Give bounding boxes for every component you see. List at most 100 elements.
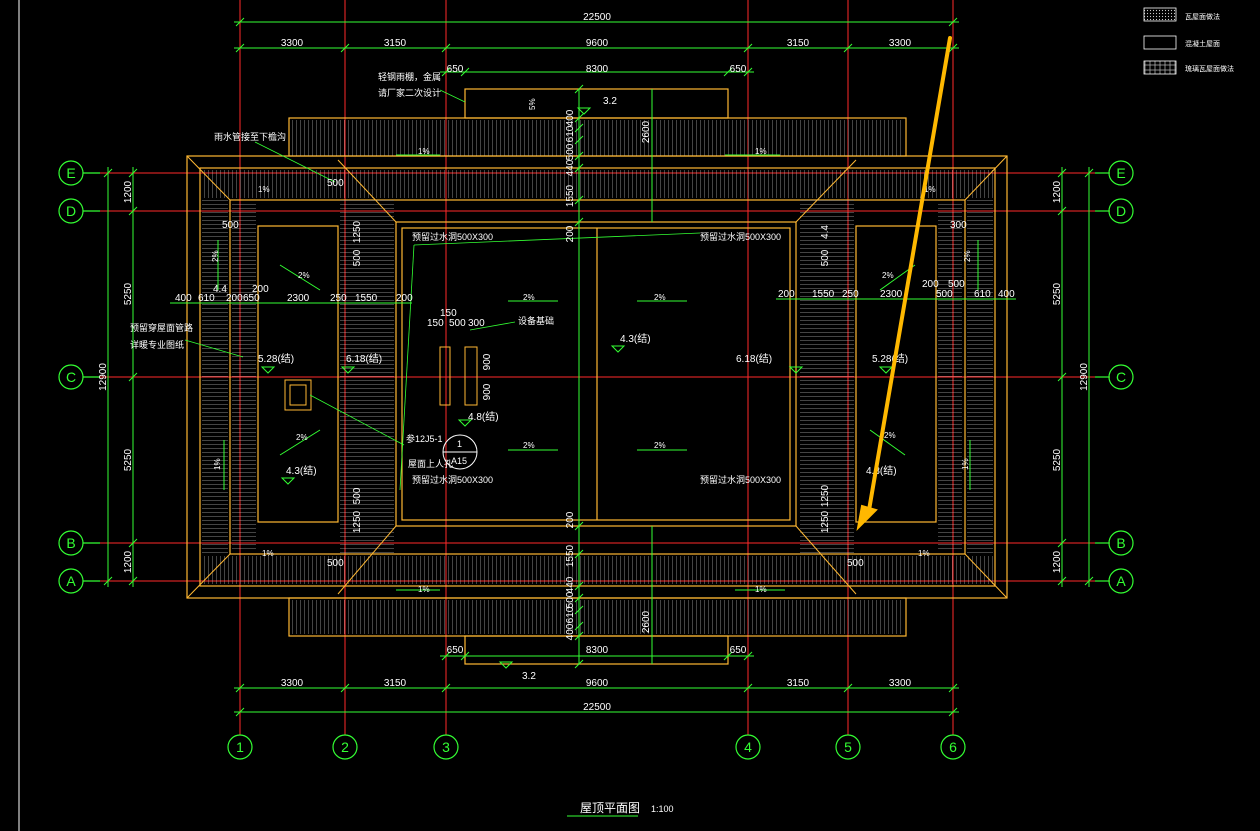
dim-rd-6: 500: [936, 289, 953, 300]
dim-bottom-lower-2: 8300: [586, 645, 609, 656]
dim-left-span-3: 5250: [123, 448, 134, 471]
elev-48: 4.8(结): [468, 410, 499, 423]
dim-top-upper-3: 650: [730, 64, 747, 75]
dim-rd-7: 610: [974, 289, 991, 300]
slope-3: 1%: [418, 585, 430, 594]
slope-10: 2%: [654, 293, 666, 302]
axis-label-C-left: C: [66, 369, 76, 385]
dim-bottom-total: 22500: [583, 702, 611, 713]
roof-plan-drawing: 1 2 3 4 5 6 E D C B A E D C B A 22500 33…: [18, 0, 1234, 831]
dim-left-total: 12900: [98, 363, 109, 391]
slope-4: 1%: [755, 585, 767, 594]
dim-left-span-2: 5250: [123, 282, 134, 305]
dim-rd-1: 200: [778, 289, 795, 300]
dim-ld-8: 200: [396, 293, 413, 304]
slope-20: 1%: [961, 458, 970, 470]
slope-21: 5%: [528, 98, 537, 110]
dim-1250-lb: 1250: [352, 510, 363, 533]
dim-top-span-2: 3150: [384, 38, 407, 49]
dim-vtop-3: 500: [565, 143, 576, 160]
axis-label-1: 1: [236, 739, 244, 755]
label-overflow-1: 预留过水洞500X300: [412, 231, 493, 242]
drawing-title: 屋顶平面图: [580, 801, 640, 815]
elev-32-top: 3.2: [603, 96, 617, 107]
label-equipment-base: 设备基础: [518, 315, 554, 326]
dim-left-span-4: 1200: [123, 550, 134, 573]
dim-2600-top: 2600: [641, 120, 652, 143]
hatch-band-top: [202, 170, 993, 198]
dim-300-g: 300: [468, 318, 485, 329]
dim-500-d: 300: [950, 220, 967, 231]
elev-528-left: 5.28(结): [258, 352, 294, 365]
slope-18: 2%: [963, 250, 972, 262]
note-downpipe: 雨水管接至下檐沟: [214, 131, 286, 142]
dim-vbot-6: 400: [565, 623, 576, 640]
arrow-shaft: [866, 36, 952, 518]
dim-ld-6: 250: [330, 293, 347, 304]
dim-1250-lt: 1250: [352, 220, 363, 243]
dim-bottom-span-2: 3150: [384, 678, 407, 689]
hatch-right-inner: [938, 202, 962, 552]
arrow-head: [856, 504, 878, 531]
elev-43-left: 4.3(结): [286, 464, 317, 477]
dim-bottom-lower-3: 650: [730, 645, 747, 656]
axis-label-6: 6: [949, 739, 957, 755]
dim-top-span-5: 3300: [889, 38, 912, 49]
slope-17: 2%: [211, 250, 220, 262]
legend-label-2: 混凝土屋面: [1185, 39, 1220, 48]
dim-500-f: 500: [847, 558, 864, 569]
dim-vbot-5: 610: [565, 606, 576, 623]
slope-11: 2%: [523, 441, 535, 450]
label-detail-sheet: A15: [451, 456, 467, 466]
dim-top-span-4: 3150: [787, 38, 810, 49]
note-canopy-2: 请厂家二次设计: [378, 87, 441, 98]
dim-top-span-3: 9600: [586, 38, 609, 49]
dim-bottom-span-1: 3300: [281, 678, 304, 689]
elev-43-right: 4.3(结): [866, 464, 897, 477]
dim-500-lt: 500: [352, 249, 363, 266]
axis-label-E-left: E: [66, 165, 75, 181]
slope-16: 2%: [884, 431, 896, 440]
dim-200-left: 200: [252, 284, 269, 295]
dim-2600-bottom: 2600: [641, 610, 652, 633]
dim-900-b: 900: [482, 383, 493, 400]
dim-ld-1: 400: [175, 293, 192, 304]
legend-label-1: 瓦屋面做法: [1185, 12, 1220, 21]
dim-vbot-3: 440: [565, 576, 576, 593]
label-detail-no: 1: [457, 439, 462, 449]
label-detail-ref: 参12J5-1: [406, 433, 443, 444]
slope-7: 1%: [262, 549, 274, 558]
dim-bottom-span-4: 3150: [787, 678, 810, 689]
dim-ld-5: 2300: [287, 293, 310, 304]
dim-top-upper-2: 8300: [586, 64, 609, 75]
legend-swatch-3: [1143, 60, 1177, 75]
dim-500-b: 500: [327, 178, 344, 189]
dim-44-left: 4.4: [213, 284, 227, 295]
dim-rd-8: 400: [998, 289, 1015, 300]
dim-right-span-4: 1200: [1052, 550, 1063, 573]
dim-right-span-1: 1200: [1052, 180, 1063, 203]
hatch-wing-bottom: [291, 600, 904, 634]
axis-label-3: 3: [442, 739, 450, 755]
dim-500-g: 500: [449, 318, 466, 329]
slope-8: 1%: [918, 549, 930, 558]
dim-vbot-4: 500: [565, 591, 576, 608]
dim-rd-2: 1550: [812, 289, 835, 300]
dim-top-span-1: 3300: [281, 38, 304, 49]
dim-rd-3: 250: [842, 289, 859, 300]
axis-label-B-right: B: [1116, 535, 1125, 551]
elev-32-bottom: 3.2: [522, 671, 536, 682]
slope-13: 2%: [298, 271, 310, 280]
dim-ld-3: 200: [226, 293, 243, 304]
dim-vtop-1: 400: [565, 109, 576, 126]
dim-150-b: 150: [427, 318, 444, 329]
dim-500-rt: 500: [820, 249, 831, 266]
dim-ld-7: 1550: [355, 293, 378, 304]
top-canopy: [464, 88, 729, 119]
slope-19: 1%: [213, 458, 222, 470]
dim-vtop-5: 1550: [565, 184, 576, 207]
dim-right-span-2: 5250: [1052, 282, 1063, 305]
axis-label-A-left: A: [66, 573, 76, 589]
label-overflow-2: 预留过水洞500X300: [700, 231, 781, 242]
dim-44-right: 500: [948, 279, 965, 290]
